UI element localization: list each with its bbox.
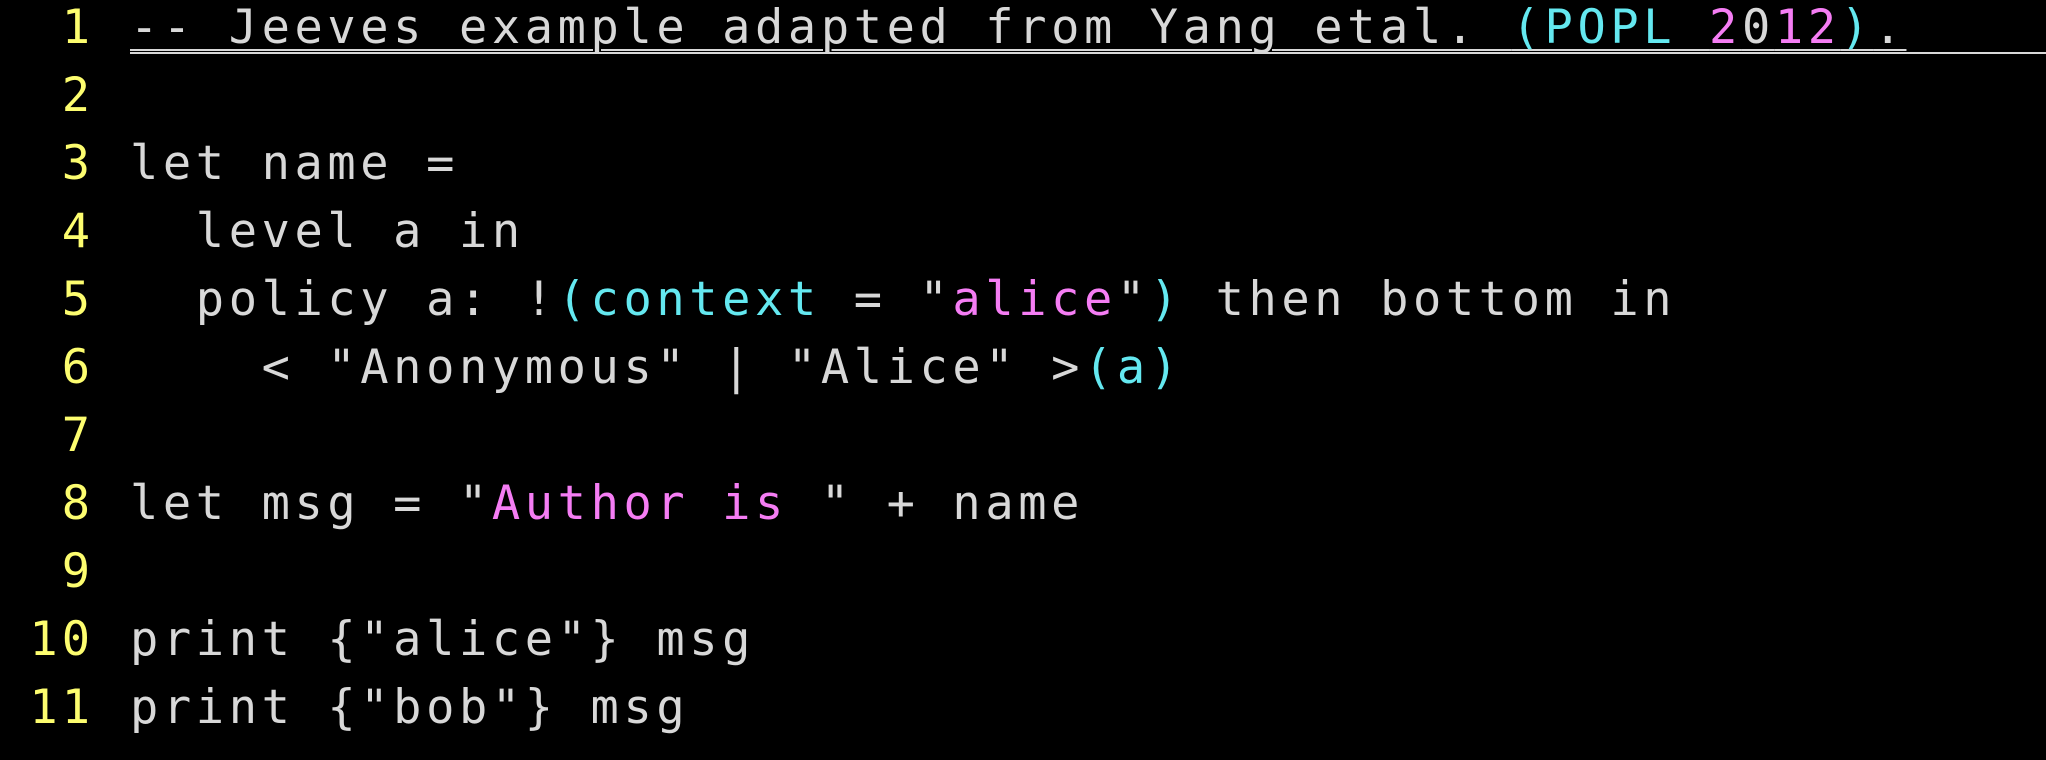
code-token: (POPL (1511, 0, 1710, 55)
code-token: then bottom in (1182, 272, 1677, 327)
code-text[interactable]: let msg = "Author is " + name (130, 470, 1084, 538)
code-token: level a in (130, 204, 525, 259)
code-token: < "Anonymous" | "Alice" > (130, 340, 1084, 395)
code-text[interactable]: < "Anonymous" | "Alice" >(a) (130, 334, 1183, 402)
code-text[interactable]: print {"bob"} msg (130, 674, 689, 742)
code-text[interactable]: print {"alice"} msg (130, 606, 755, 674)
code-token: policy a: ! (130, 272, 558, 327)
code-line[interactable]: 2 (0, 62, 2046, 130)
code-token: (a) (1084, 340, 1183, 395)
code-line[interactable]: 3 let name = (0, 130, 2046, 198)
code-token: = " (820, 272, 953, 327)
line-number: 3 (61, 136, 94, 191)
code-token: print {"alice"} msg (130, 612, 756, 667)
code-line[interactable]: 5 policy a: !(context = "alice") then bo… (0, 266, 2046, 334)
line-number: 1 (61, 0, 94, 55)
code-line[interactable]: 9 (0, 538, 2046, 606)
code-text[interactable]: level a in (130, 198, 525, 266)
code-token: Author is (491, 476, 821, 531)
code-line[interactable]: 6 < "Anonymous" | "Alice" >(a) (0, 334, 2046, 402)
code-token: " + name (820, 476, 1085, 531)
line-number: 4 (61, 204, 94, 259)
code-token: 12 (1774, 0, 1841, 55)
code-line[interactable]: 11 print {"bob"} msg (0, 674, 2046, 742)
code-token: ) (1149, 272, 1183, 327)
line-number: 5 (61, 272, 94, 327)
line-number: 6 (61, 340, 94, 395)
line-number: 2 (61, 68, 94, 123)
line-number: 9 (61, 544, 94, 599)
code-token: let name = (130, 136, 459, 191)
cursor-line-underline (130, 52, 2046, 54)
code-editor[interactable]: 1 -- Jeeves example adapted from Yang eta… (0, 0, 2046, 760)
code-token: 0 (1741, 0, 1775, 55)
code-token: . (1873, 0, 1907, 55)
line-number: 8 (61, 476, 94, 531)
line-number: 11 (29, 680, 94, 735)
line-number: 7 (61, 408, 94, 463)
code-token: 2 (1709, 0, 1742, 55)
code-line[interactable]: 10 print {"alice"} msg (0, 606, 2046, 674)
code-token: print {"bob"} msg (130, 680, 690, 735)
code-token: alice (952, 272, 1117, 327)
code-line[interactable]: 4 level a in (0, 198, 2046, 266)
code-token: (context (557, 272, 821, 327)
code-text[interactable]: policy a: !(context = "alice") then bott… (130, 266, 1676, 334)
code-line[interactable]: 7 (0, 402, 2046, 470)
code-line[interactable]: 8 let msg = "Author is " + name (0, 470, 2046, 538)
code-token: " (1116, 272, 1150, 327)
code-token: ) (1840, 0, 1874, 55)
line-number: 10 (29, 612, 94, 667)
code-text[interactable]: let name = (130, 130, 459, 198)
code-token: -- Jeeves example adapted from Yang etal… (130, 0, 1512, 55)
code-token: let msg = " (130, 476, 492, 531)
code-line[interactable]: 1 -- Jeeves example adapted from Yang eta… (0, 0, 2046, 62)
